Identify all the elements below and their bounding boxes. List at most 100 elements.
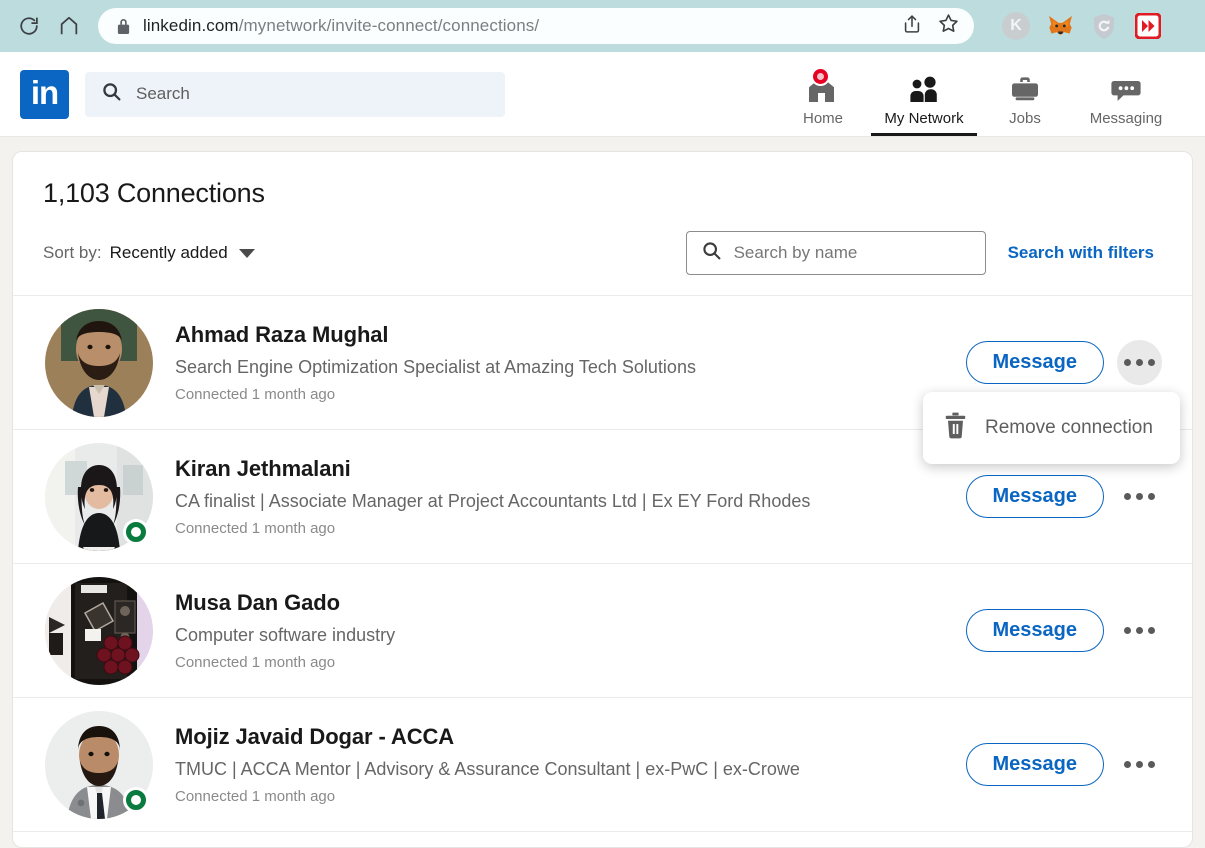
connection-info: Musa Dan Gado Computer software industry… [175, 590, 950, 670]
message-button[interactable]: Message [965, 743, 1104, 786]
connection-actions: Message [965, 474, 1163, 519]
avatar[interactable] [45, 576, 153, 685]
message-button[interactable]: Message [965, 475, 1104, 518]
dot [1148, 359, 1155, 366]
connection-actions: Message [965, 340, 1162, 385]
metamask-extension-icon[interactable] [1046, 12, 1074, 40]
home-icon [805, 65, 841, 105]
nav-items: Home My Network Jobs Messaging [783, 52, 1187, 136]
home-icon[interactable] [52, 9, 86, 43]
dot [1148, 493, 1155, 500]
dot [1148, 627, 1155, 634]
keeper-extension-icon[interactable]: K [1002, 12, 1030, 40]
nav-label-home: Home [802, 110, 843, 127]
search-by-name-input[interactable]: Search by name [685, 231, 986, 275]
briefcase-icon [1008, 65, 1042, 105]
star-icon[interactable] [937, 12, 960, 40]
connection-name[interactable]: Ahmad Raza Mughal [175, 322, 950, 348]
list-item[interactable]: Mojiz Javaid Dogar - ACCA TMUC | ACCA Me… [13, 698, 1192, 831]
connection-connected-date: Connected 1 month ago [175, 519, 336, 537]
connection-name[interactable]: Mojiz Javaid Dogar - ACCA [175, 724, 950, 750]
connection-info: Kiran Jethmalani CA finalist | Associate… [175, 456, 950, 536]
list-item[interactable]: Ahmad Raza Mughal Search Engine Optimiza… [13, 296, 1192, 464]
search-placeholder: Search [136, 84, 190, 103]
sort-by-value: Recently added [109, 243, 228, 262]
list-item[interactable]: Musa Dan Gado Computer software industry… [13, 564, 1192, 697]
nav-item-jobs[interactable]: Jobs [985, 52, 1065, 136]
dot [1124, 627, 1131, 634]
nav-label-jobs: Jobs [1009, 110, 1041, 127]
lock-icon [116, 17, 131, 35]
more-options-button[interactable] [1117, 474, 1162, 519]
connections-card: 1,103 Connections Sort by: Recently adde… [12, 151, 1193, 848]
active-tab-underline [871, 133, 977, 136]
more-options-dropdown: Remove connection [923, 392, 1180, 464]
more-options-button[interactable] [1117, 742, 1162, 787]
search-with-filters-link[interactable]: Search with filters [1008, 243, 1154, 263]
dot [1124, 761, 1131, 768]
connection-actions: Message [965, 608, 1163, 653]
share-icon[interactable] [901, 13, 923, 40]
shield-extension-icon[interactable] [1090, 12, 1118, 40]
remove-connection-menu-item[interactable]: Remove connection [923, 406, 1180, 450]
dot [1124, 359, 1131, 366]
remove-connection-label: Remove connection [985, 417, 1153, 438]
open-to-work-badge [123, 518, 149, 545]
search-input[interactable]: Search [85, 71, 505, 117]
people-icon [906, 65, 942, 105]
message-button[interactable]: Message [965, 609, 1104, 652]
nav-item-my-network[interactable]: My Network [863, 52, 985, 136]
connection-actions: Message [965, 742, 1163, 787]
avatar[interactable] [45, 710, 153, 819]
notification-badge [811, 67, 830, 86]
search-icon [701, 240, 722, 266]
connection-headline: Search Engine Optimization Specialist at… [175, 356, 696, 377]
connection-info: Ahmad Raza Mughal Search Engine Optimiza… [175, 322, 950, 402]
search-icon [101, 81, 122, 107]
reload-icon[interactable] [12, 9, 46, 43]
chevron-down-icon [238, 248, 255, 258]
more-options-button[interactable] [1117, 340, 1162, 385]
dot [1136, 359, 1143, 366]
extension-icons: K [988, 12, 1162, 40]
sort-by-control[interactable]: Sort by: Recently added [43, 243, 255, 263]
browser-toolbar: linkedin.com/mynetwork/invite-connect/co… [0, 0, 1205, 52]
nav-item-messaging[interactable]: Messaging [1065, 52, 1187, 136]
keeper-extension-label: K [1002, 12, 1030, 40]
more-options-button[interactable] [1117, 608, 1162, 653]
page-title: 1,103 Connections [43, 178, 265, 208]
page-body: 1,103 Connections Sort by: Recently adde… [0, 137, 1205, 848]
row-divider [13, 831, 1192, 832]
connection-connected-date: Connected 1 month ago [175, 653, 336, 671]
nav-label-messaging: Messaging [1089, 110, 1163, 127]
dot [1136, 493, 1143, 500]
connection-info: Mojiz Javaid Dogar - ACCA TMUC | ACCA Me… [175, 724, 950, 804]
linkedin-logo[interactable]: in [20, 69, 69, 119]
nav-label-my-network: My Network [884, 110, 964, 127]
avatar[interactable] [45, 308, 153, 417]
musa-avatar [45, 576, 153, 685]
nav-item-home[interactable]: Home [783, 52, 863, 136]
fast-forward-extension-icon[interactable] [1134, 12, 1162, 40]
open-to-work-badge [123, 786, 149, 813]
dot [1136, 761, 1143, 768]
connection-connected-date: Connected 1 month ago [175, 385, 336, 403]
url-domain: linkedin.com [143, 16, 239, 35]
connections-header: 1,103 Connections Sort by: Recently adde… [13, 152, 1192, 295]
url-path: /mynetwork/invite-connect/connections/ [238, 16, 540, 35]
avatar[interactable] [45, 442, 153, 551]
connection-headline: TMUC | ACCA Mentor | Advisory & Assuranc… [175, 758, 800, 779]
ahmad-avatar [45, 308, 153, 417]
search-by-name-placeholder: Search by name [733, 243, 858, 262]
connection-headline: Computer software industry [175, 624, 396, 645]
message-button[interactable]: Message [965, 341, 1104, 384]
dot [1136, 627, 1143, 634]
connection-name[interactable]: Kiran Jethmalani [175, 456, 950, 482]
connection-name[interactable]: Musa Dan Gado [175, 590, 950, 616]
dot [1148, 761, 1155, 768]
chat-bubble-icon [1108, 65, 1144, 105]
url-text: linkedin.com/mynetwork/invite-connect/co… [143, 16, 891, 36]
connection-headline: CA finalist | Associate Manager at Proje… [175, 490, 811, 511]
sort-by-label: Sort by: [43, 243, 102, 262]
address-bar[interactable]: linkedin.com/mynetwork/invite-connect/co… [98, 8, 974, 44]
